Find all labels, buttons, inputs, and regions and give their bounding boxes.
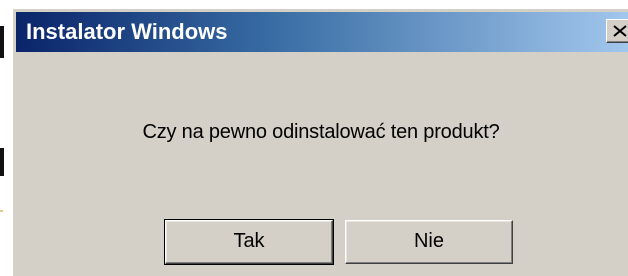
title-bar[interactable]: Instalator Windows (16, 12, 628, 52)
background-artifact (0, 210, 3, 212)
close-button[interactable] (606, 19, 628, 43)
uninstall-confirm-dialog: Instalator Windows Czy na pewno odinstal… (12, 8, 628, 276)
no-button[interactable]: Nie (345, 220, 513, 264)
yes-button[interactable]: Tak (164, 219, 334, 265)
confirmation-message: Czy na pewno odinstalować ten produkt? (142, 121, 500, 143)
screen: Instalator Windows Czy na pewno odinstal… (0, 0, 628, 276)
close-icon (613, 25, 627, 37)
background-artifact (0, 148, 4, 176)
background-artifact (0, 26, 4, 58)
window-title: Instalator Windows (26, 19, 228, 44)
